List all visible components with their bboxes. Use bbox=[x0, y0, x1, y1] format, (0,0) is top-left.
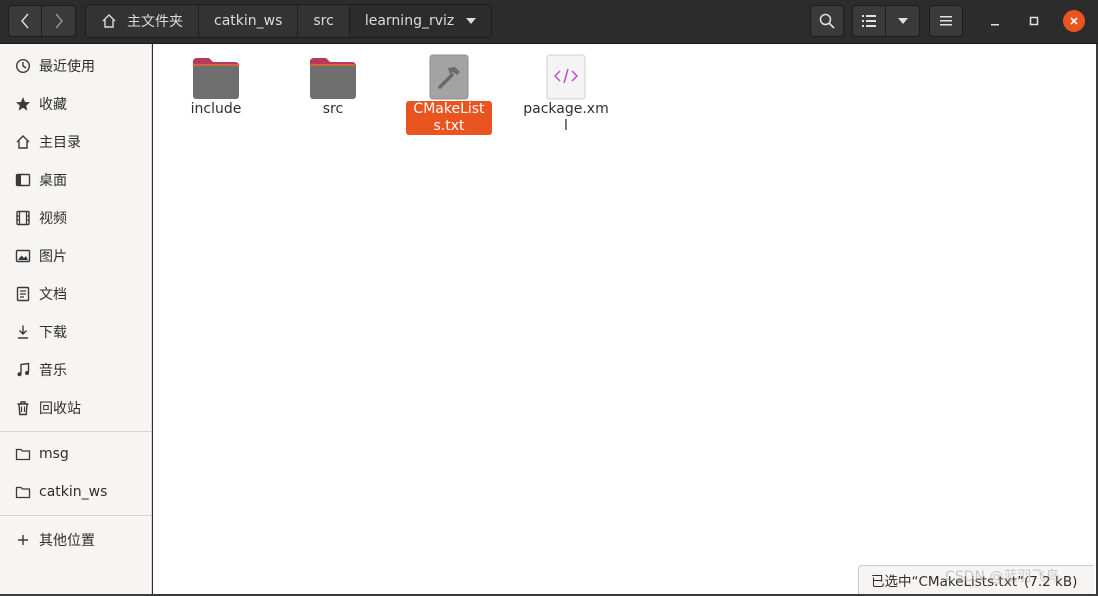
folder-icon bbox=[14, 445, 32, 463]
crumb-label: src bbox=[313, 13, 334, 29]
minimize-button[interactable] bbox=[984, 10, 1006, 32]
sidebar-item-documents[interactable]: 文档 bbox=[0, 276, 151, 312]
forward-button[interactable] bbox=[42, 5, 76, 37]
header-bar: 主文件夹 catkin_ws src learning_rviz bbox=[0, 0, 1098, 44]
music-icon bbox=[14, 361, 32, 379]
star-icon bbox=[14, 95, 32, 113]
sidebar-item-label: 视频 bbox=[39, 211, 67, 227]
file-view: include src CMakeLists.txt package.xml bbox=[153, 44, 1096, 594]
sidebar-item-other-locations[interactable]: 其他位置 bbox=[0, 522, 151, 558]
crumb-src[interactable]: src bbox=[298, 4, 350, 38]
search-button[interactable] bbox=[810, 5, 844, 37]
search-icon bbox=[819, 13, 835, 29]
sidebar-item-catkin-ws[interactable]: catkin_ws bbox=[0, 474, 151, 510]
file-label: include bbox=[190, 101, 242, 117]
sidebar-item-label: 桌面 bbox=[39, 173, 67, 189]
sidebar-item-trash[interactable]: 回收站 bbox=[0, 390, 151, 426]
desktop-icon bbox=[14, 171, 32, 189]
list-view-button[interactable] bbox=[852, 5, 886, 37]
file-item-cmakelists[interactable]: CMakeLists.txt bbox=[401, 52, 497, 135]
sidebar-separator bbox=[0, 515, 151, 516]
sidebar-item-label: 下载 bbox=[39, 325, 67, 341]
sidebar-item-home[interactable]: 主目录 bbox=[0, 124, 151, 160]
maximize-button[interactable] bbox=[1023, 10, 1045, 32]
file-item-package-xml[interactable]: package.xml bbox=[518, 52, 614, 135]
list-view-icon bbox=[862, 15, 876, 27]
view-menu-button[interactable] bbox=[886, 5, 920, 37]
document-icon bbox=[14, 285, 32, 303]
image-icon bbox=[14, 247, 32, 265]
file-label: package.xml bbox=[523, 101, 609, 134]
plus-icon bbox=[14, 531, 32, 549]
caret-down-icon bbox=[897, 18, 908, 24]
view-options bbox=[852, 5, 920, 37]
sidebar-separator bbox=[0, 431, 151, 432]
sidebar-item-msg[interactable]: msg bbox=[0, 436, 151, 472]
minimize-icon bbox=[991, 24, 999, 26]
sidebar-item-label: 回收站 bbox=[39, 401, 81, 417]
trash-icon bbox=[14, 399, 32, 417]
sidebar-item-label: 最近使用 bbox=[39, 59, 95, 75]
main-menu-button[interactable] bbox=[929, 5, 963, 37]
watermark: CSDN @蓝羽飞鸟 bbox=[945, 569, 1060, 585]
sidebar-item-label: 图片 bbox=[39, 249, 67, 265]
sidebar-item-label: 收藏 bbox=[39, 97, 67, 113]
clock-icon bbox=[14, 57, 32, 75]
caret-down-icon bbox=[466, 18, 477, 24]
home-icon bbox=[14, 133, 32, 151]
sidebar-item-desktop[interactable]: 桌面 bbox=[0, 162, 151, 198]
download-icon bbox=[14, 323, 32, 341]
sidebar-item-label: 其他位置 bbox=[39, 533, 95, 549]
sidebar-item-videos[interactable]: 视频 bbox=[0, 200, 151, 236]
home-icon bbox=[101, 13, 117, 29]
crumb-learning-rviz[interactable]: learning_rviz bbox=[349, 4, 493, 38]
file-item-include[interactable]: include bbox=[168, 52, 264, 118]
film-icon bbox=[14, 209, 32, 227]
close-button[interactable] bbox=[1063, 10, 1085, 32]
hammer-icon bbox=[424, 52, 474, 100]
chevron-left-icon bbox=[21, 13, 29, 29]
xml-icon bbox=[541, 52, 591, 100]
sidebar-item-label: msg bbox=[39, 446, 69, 462]
sidebar-item-label: catkin_ws bbox=[39, 484, 108, 500]
path-bar: 主文件夹 catkin_ws src learning_rviz bbox=[85, 4, 493, 38]
folder-icon bbox=[191, 52, 241, 100]
sidebar-item-label: 音乐 bbox=[39, 363, 67, 379]
file-label: CMakeLists.txt bbox=[406, 101, 492, 135]
folder-icon bbox=[308, 52, 358, 100]
hamburger-icon bbox=[940, 16, 952, 26]
sidebar-item-downloads[interactable]: 下载 bbox=[0, 314, 151, 350]
crumb-label: learning_rviz bbox=[364, 13, 455, 29]
crumb-label: 主文件夹 bbox=[127, 14, 183, 30]
crumb-catkin-ws[interactable]: catkin_ws bbox=[199, 4, 299, 38]
sidebar-item-starred[interactable]: 收藏 bbox=[0, 86, 151, 122]
sidebar-item-pictures[interactable]: 图片 bbox=[0, 238, 151, 274]
file-item-src[interactable]: src bbox=[285, 52, 381, 118]
folder-icon bbox=[14, 483, 32, 501]
chevron-right-icon bbox=[54, 13, 63, 29]
crumb-home[interactable]: 主文件夹 bbox=[85, 4, 199, 38]
back-button[interactable] bbox=[8, 5, 42, 37]
places-sidebar: 最近使用 收藏 主目录 桌面 视频 图片 文档 下载 音乐 回收站 msg ca… bbox=[0, 44, 152, 596]
sidebar-item-label: 主目录 bbox=[39, 135, 81, 151]
sidebar-item-recent[interactable]: 最近使用 bbox=[0, 48, 151, 84]
file-label: src bbox=[322, 101, 344, 117]
navigation-buttons bbox=[8, 5, 76, 37]
sidebar-item-music[interactable]: 音乐 bbox=[0, 352, 151, 388]
maximize-icon bbox=[1029, 16, 1039, 26]
crumb-label: catkin_ws bbox=[214, 13, 283, 29]
sidebar-item-label: 文档 bbox=[39, 287, 67, 303]
close-icon bbox=[1070, 17, 1078, 25]
